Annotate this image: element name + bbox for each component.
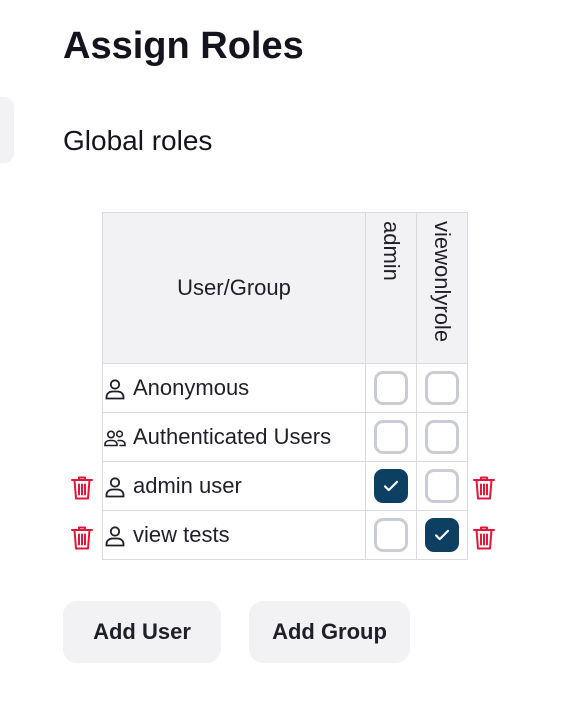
- trash-icon[interactable]: [70, 475, 94, 501]
- checkbox-admin[interactable]: [374, 371, 408, 405]
- user-group-header: User/Group: [102, 212, 366, 364]
- trash-icon[interactable]: [70, 525, 94, 551]
- checkbox-viewonlyrole[interactable]: [425, 371, 459, 405]
- user-name: Authenticated Users: [133, 424, 332, 450]
- user-cell: Anonymous: [102, 363, 366, 413]
- add-user-button[interactable]: Add User: [63, 601, 221, 663]
- role-cell-viewonlyrole: [416, 461, 468, 511]
- person-icon: [103, 524, 127, 548]
- role-header-label: admin: [379, 221, 404, 281]
- role-cell-admin: [365, 363, 417, 413]
- checkbox-admin[interactable]: [374, 469, 408, 503]
- assign-roles-page: Assign Roles Global roles User/Group adm…: [0, 0, 582, 717]
- checkbox-viewonlyrole[interactable]: [425, 518, 459, 552]
- section-title: Global roles: [63, 125, 213, 156]
- role-header-label: viewonlyrole: [430, 221, 455, 343]
- trash-icon[interactable]: [472, 475, 496, 501]
- trash-icon[interactable]: [472, 525, 496, 551]
- people-icon: [103, 426, 127, 450]
- user-name: view tests: [133, 522, 230, 548]
- role-cell-viewonlyrole: [416, 412, 468, 462]
- user-cell: admin user: [102, 461, 366, 511]
- checkbox-viewonlyrole[interactable]: [425, 420, 459, 454]
- checkbox-admin[interactable]: [374, 420, 408, 454]
- user-name: Anonymous: [133, 375, 250, 401]
- role-cell-admin: [365, 510, 417, 560]
- global-roles-table: User/Group admin viewonlyrole Anonymous A…: [102, 212, 468, 560]
- user-cell: view tests: [102, 510, 366, 560]
- add-group-button[interactable]: Add Group: [249, 601, 410, 663]
- sidebar-tab[interactable]: [0, 97, 14, 163]
- checkmark-icon: [383, 480, 399, 492]
- person-icon: [103, 377, 127, 401]
- role-cell-viewonlyrole: [416, 510, 468, 560]
- table-row: Anonymous: [102, 363, 468, 413]
- table-row: admin user: [102, 461, 468, 511]
- checkbox-viewonlyrole[interactable]: [425, 469, 459, 503]
- role-cell-admin: [365, 461, 417, 511]
- role-header-viewonlyrole: viewonlyrole: [416, 212, 468, 364]
- table-row: Authenticated Users: [102, 412, 468, 462]
- person-icon: [103, 475, 127, 499]
- table-header-row: User/Group admin viewonlyrole: [102, 212, 468, 364]
- checkbox-admin[interactable]: [374, 518, 408, 552]
- user-name: admin user: [133, 473, 242, 499]
- role-header-admin: admin: [365, 212, 417, 364]
- role-cell-admin: [365, 412, 417, 462]
- table-row: view tests: [102, 510, 468, 560]
- checkmark-icon: [434, 529, 450, 541]
- role-cell-viewonlyrole: [416, 363, 468, 413]
- page-title: Assign Roles: [63, 25, 304, 67]
- user-cell: Authenticated Users: [102, 412, 366, 462]
